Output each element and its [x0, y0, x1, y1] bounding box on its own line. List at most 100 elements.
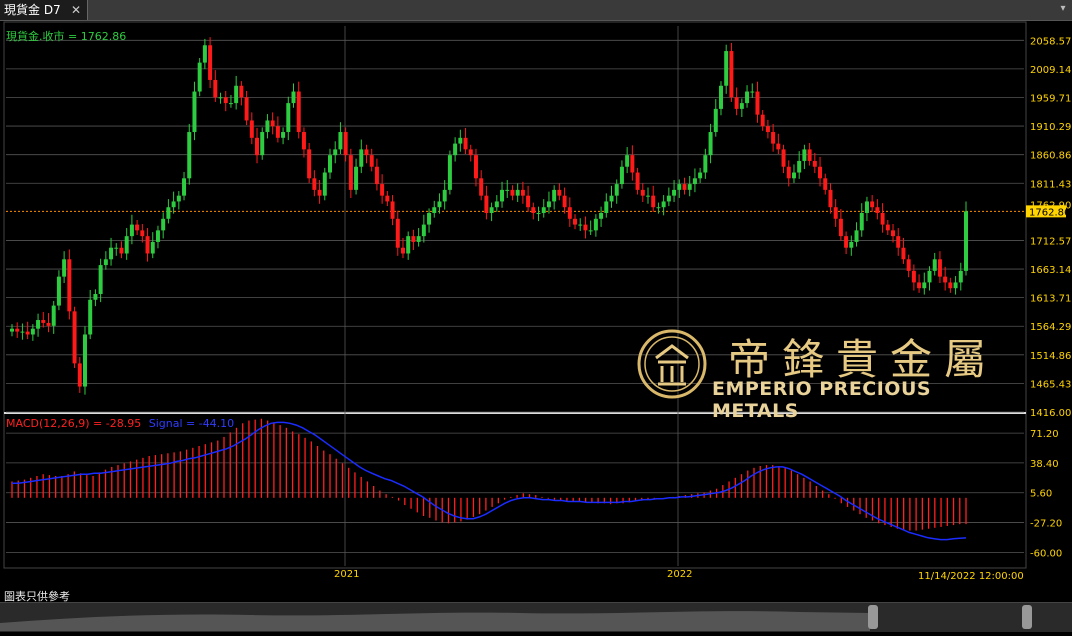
candle-body: [546, 201, 551, 208]
scroll-handle-left[interactable]: [868, 605, 878, 629]
scrollbar[interactable]: [0, 602, 1072, 632]
candle-body: [771, 132, 776, 144]
candle-body: [718, 85, 723, 109]
price-tick-label: 1910.29: [1030, 122, 1071, 133]
candle-body: [677, 184, 682, 190]
tab-title: 現貨金 D7: [4, 3, 61, 17]
close-icon[interactable]: ✕: [71, 0, 81, 20]
macd-legend-value: MACD(12,26,9) = -28.95: [6, 417, 141, 430]
candle-body: [828, 189, 833, 208]
candle-body: [41, 320, 46, 323]
candle-body: [369, 155, 374, 167]
price-chart: 2058.57 2009.14 1959.71 1910.29 1860.86 1811.…: [3, 21, 1071, 582]
candle-body: [578, 224, 583, 226]
candle-body: [197, 62, 202, 92]
candle-body: [713, 108, 718, 133]
scroll-handle-right[interactable]: [1022, 605, 1032, 629]
candle-body: [88, 299, 93, 335]
price-tick-label: 1959.71: [1030, 93, 1071, 104]
candle-body: [661, 201, 666, 208]
candle-body: [703, 155, 708, 173]
candle-body: [802, 149, 807, 161]
candle-body: [943, 276, 948, 283]
candle-body: [255, 137, 260, 156]
candle-body: [505, 189, 510, 191]
candle-body: [917, 282, 922, 289]
scrollbar-preview: [0, 605, 1032, 631]
tab-chart[interactable]: 現貨金 D7 ✕: [0, 0, 88, 20]
candle-body: [296, 91, 301, 133]
candle-body: [135, 224, 140, 231]
candle-body: [896, 236, 901, 248]
chevron-down-icon[interactable]: ▾: [1058, 2, 1068, 16]
candle-body: [385, 195, 390, 202]
candle-body: [536, 213, 541, 215]
candle-body: [781, 149, 786, 167]
candle-body: [625, 155, 630, 167]
candle-body: [734, 97, 739, 109]
price-tick-label: 1416.00: [1030, 408, 1071, 419]
candle-body: [468, 149, 473, 156]
candle-body: [937, 259, 942, 277]
candle-body: [953, 282, 958, 289]
candle-body: [619, 166, 624, 185]
candle-body: [864, 201, 869, 214]
candle-body: [687, 184, 692, 190]
candle-body: [458, 137, 463, 144]
candle-body: [348, 155, 353, 190]
price-tick-label: 1663.14: [1030, 265, 1071, 276]
candle-body: [317, 189, 322, 196]
candle-body: [328, 155, 332, 173]
candle-body: [531, 207, 536, 214]
candle-body: [906, 259, 911, 271]
watermark-english: EMPERIO PRECIOUS METALS: [712, 378, 932, 422]
price-tick-label: 1514.86: [1030, 351, 1071, 362]
candle-body: [593, 218, 598, 231]
candle-body: [223, 97, 228, 104]
candle-body: [171, 201, 176, 208]
candle-body: [432, 207, 437, 214]
candle-body: [818, 166, 823, 179]
candle-body: [93, 293, 98, 300]
candle-body: [651, 195, 656, 208]
candle-body: [750, 91, 755, 93]
candle-body: [286, 103, 291, 133]
time-tick-label: 11/14/2022 12:00:00: [918, 571, 1024, 582]
candle-body: [614, 184, 619, 196]
candle-body: [729, 51, 734, 98]
candle-body: [20, 331, 25, 333]
candle-body: [791, 172, 796, 179]
emblem-icon: [637, 329, 707, 399]
candle-body: [437, 201, 442, 208]
candle-body: [208, 45, 213, 80]
candle-body: [901, 247, 906, 260]
price-tick-label: 1465.43: [1030, 379, 1071, 390]
candle-body: [109, 247, 114, 260]
candle-body: [833, 207, 838, 219]
price-tick-label: 1613.71: [1030, 294, 1071, 305]
price-tick-label: 2009.14: [1030, 65, 1071, 76]
candle-body: [844, 236, 849, 248]
macd-histogram: [11, 418, 967, 531]
candle-body: [72, 311, 77, 364]
candle-body: [526, 195, 531, 208]
candle-body: [599, 213, 604, 219]
candle-body: [520, 189, 525, 196]
axis-labels: 2058.57 2009.14 1959.71 1910.29 1860.86 1811.…: [334, 36, 1071, 582]
candle-body: [182, 178, 187, 196]
candle-body: [10, 328, 14, 332]
candle-body: [187, 132, 192, 179]
candle-body: [30, 328, 35, 335]
candle-body: [390, 201, 395, 219]
candle-body: [406, 236, 411, 254]
candle-body: [234, 85, 239, 104]
candle-body: [155, 230, 160, 242]
candle-body: [15, 328, 20, 332]
candle-body: [932, 259, 937, 271]
candle-body: [776, 143, 781, 150]
candle-body: [463, 137, 468, 150]
candle-body: [192, 91, 197, 133]
candle-body: [291, 91, 296, 104]
candle-body: [588, 230, 593, 232]
candle-body: [270, 120, 275, 127]
